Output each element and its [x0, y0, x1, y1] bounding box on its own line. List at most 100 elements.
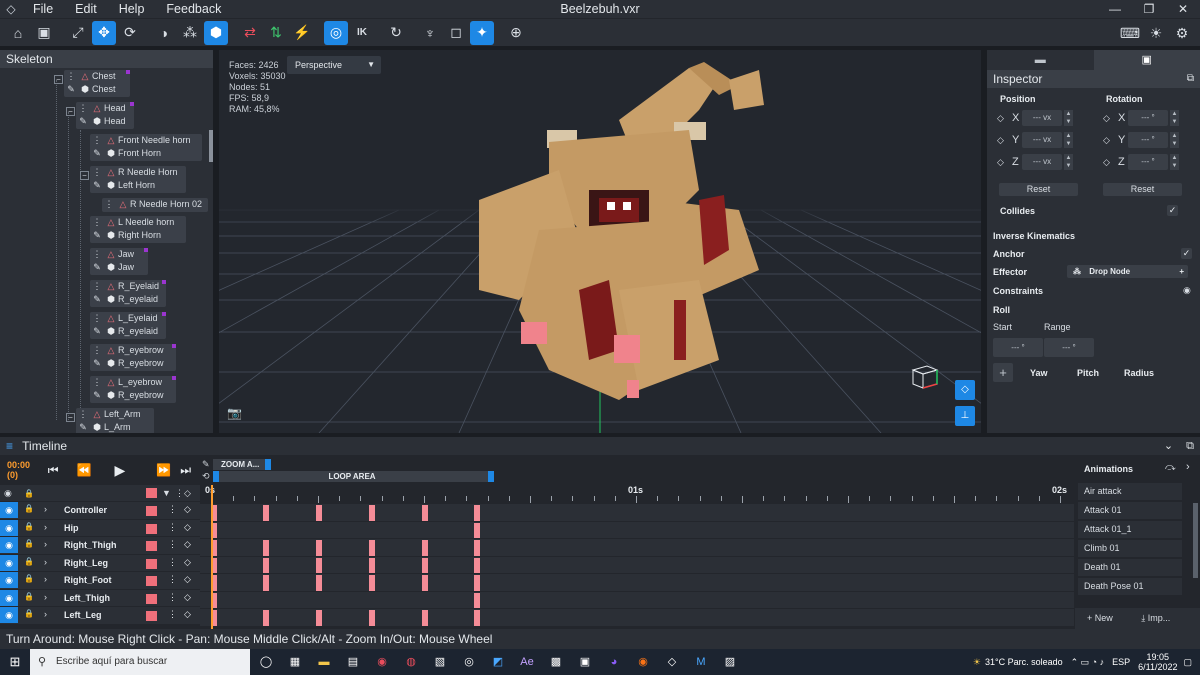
- loop-end-handle[interactable]: [488, 471, 494, 482]
- keyframe-diamond-icon[interactable]: ◇: [1103, 157, 1110, 168]
- rotation-y-field[interactable]: --- °: [1128, 132, 1168, 148]
- move-tool-icon[interactable]: ✥: [92, 20, 116, 45]
- keyframe-marker[interactable]: [316, 505, 322, 521]
- weather-text[interactable]: 31°C Parc. soleado: [985, 657, 1063, 667]
- keyframe-marker[interactable]: [474, 575, 480, 591]
- rotation-x-field[interactable]: --- °: [1128, 110, 1168, 126]
- dots-icon[interactable]: ⋮: [90, 248, 104, 261]
- keyframe-marker[interactable]: [369, 540, 375, 556]
- edit-icon[interactable]: ✎: [76, 115, 90, 128]
- axis-toggle-icon[interactable]: ⊥: [955, 406, 975, 426]
- after-effects-icon[interactable]: Ae: [514, 651, 540, 673]
- bone-node-front-needle-horn[interactable]: ⋮ △ Front Needle horn ✎ ⬢ Front Horn: [90, 134, 202, 161]
- keyframe-marker[interactable]: [474, 505, 480, 521]
- keyframe-lane[interactable]: [200, 573, 1074, 591]
- menu-edit[interactable]: Edit: [64, 2, 108, 16]
- file-explorer-icon[interactable]: ▬: [311, 651, 337, 673]
- keyframe-area[interactable]: ✎ ⟲ ZOOM A... LOOP AREA 0s 01s 02s: [200, 457, 1074, 629]
- reset-position-button[interactable]: Reset: [999, 183, 1078, 196]
- clear-icon[interactable]: ⤼: [1165, 462, 1176, 473]
- keyframe-lane[interactable]: [200, 590, 1074, 609]
- camera-icon[interactable]: 📷: [227, 406, 242, 420]
- dots-icon[interactable]: ⋮: [168, 504, 177, 515]
- keyframe-marker[interactable]: [316, 575, 322, 591]
- dots-icon[interactable]: ⋮: [168, 522, 177, 533]
- track-row-controller[interactable]: ◉ 🔒 › Controller ⋮ ◇: [0, 501, 200, 519]
- diamond-icon[interactable]: ◇: [184, 609, 191, 620]
- position-x-field[interactable]: --- vx: [1022, 110, 1062, 126]
- time-ruler[interactable]: 0s 01s 02s: [200, 485, 1074, 503]
- keyframe-marker[interactable]: [474, 610, 480, 626]
- gizmo-icon[interactable]: ◎: [324, 20, 348, 45]
- diamond-icon[interactable]: ◇: [184, 504, 191, 515]
- bone-node-left-arm[interactable]: ⋮ △ Left_Arm ✎ ⬢ L_Arm: [76, 408, 154, 433]
- loop-area-bar[interactable]: LOOP AREA: [213, 471, 491, 482]
- chevron-down-icon[interactable]: ⌄: [1164, 440, 1173, 452]
- bone-node-r-eyelaid[interactable]: ⋮ △ R_Eyelaid ✎ ⬢ R_eyelaid: [90, 280, 166, 307]
- lock-icon[interactable]: 🔒: [24, 522, 34, 531]
- rotate-tool-icon[interactable]: ⟳: [118, 21, 142, 45]
- pen-icon[interactable]: ✎: [202, 459, 210, 470]
- voxel-app-icon[interactable]: ◇: [659, 651, 685, 673]
- keyframe-diamond-icon[interactable]: ◇: [997, 135, 1004, 146]
- keyframe-marker[interactable]: [422, 557, 428, 574]
- expand-icon[interactable]: ›: [44, 609, 47, 619]
- skip-end-icon[interactable]: ⏭: [180, 463, 191, 478]
- track-row-right-thigh[interactable]: ◉ 🔒 › Right_Thigh ⋮ ◇: [0, 536, 200, 554]
- dots-icon[interactable]: ⋮: [90, 376, 104, 389]
- keyframe-lane[interactable]: [200, 520, 1074, 539]
- bone-node-l-eyelaid[interactable]: ⋮ △ L_Eyelaid ✎ ⬢ R_eyelaid: [90, 312, 166, 339]
- dots-icon[interactable]: ⋮: [168, 574, 177, 585]
- animation-item[interactable]: Death 01: [1078, 559, 1182, 576]
- menu-file[interactable]: File: [22, 2, 64, 16]
- keyframe-marker[interactable]: [422, 610, 428, 626]
- rotation-x-stepper[interactable]: ▲ ▼: [1170, 110, 1179, 126]
- tab-inspector-icon[interactable]: ▣: [1093, 50, 1200, 70]
- dots-icon[interactable]: ⋮: [175, 488, 184, 499]
- dots-icon[interactable]: ⋮: [90, 344, 104, 357]
- expand-icon[interactable]: ›: [44, 557, 47, 567]
- track-row-right-foot[interactable]: ◉ 🔒 › Right_Foot ⋮ ◇: [0, 571, 200, 589]
- keyframe-marker[interactable]: [263, 557, 269, 574]
- diamond-icon[interactable]: ◇: [184, 557, 191, 568]
- animation-item[interactable]: Death Pose 01: [1078, 578, 1182, 595]
- anchor-checkbox[interactable]: ✓: [1181, 248, 1192, 259]
- keyframe-diamond-icon[interactable]: ◇: [997, 157, 1004, 168]
- box-icon[interactable]: ◻: [444, 21, 468, 45]
- keyframe-lane[interactable]: [200, 503, 1074, 521]
- add-constraint-button[interactable]: +: [993, 363, 1013, 382]
- camera-mode-dropdown[interactable]: Perspective ▼: [287, 56, 381, 74]
- dots-icon[interactable]: ⋮: [168, 539, 177, 550]
- animation-item[interactable]: Attack 01_1: [1078, 521, 1182, 538]
- edit-icon[interactable]: ✎: [90, 325, 104, 338]
- store-icon[interactable]: ▤: [340, 651, 366, 673]
- task-view-icon[interactable]: ◯: [253, 651, 279, 673]
- position-z-field[interactable]: --- vx: [1022, 154, 1062, 170]
- keyframe-marker[interactable]: [316, 610, 322, 626]
- animation-item[interactable]: Climb 01: [1078, 540, 1182, 557]
- color-swatch[interactable]: [146, 576, 157, 586]
- minimize-icon[interactable]: —: [1098, 0, 1132, 18]
- position-x-stepper[interactable]: ▲ ▼: [1064, 110, 1073, 126]
- target-icon[interactable]: ⊕: [504, 21, 528, 45]
- loop-icon[interactable]: ⟲: [202, 471, 210, 482]
- color-swatch[interactable]: [146, 593, 157, 604]
- chevron-right-icon[interactable]: ›: [1186, 461, 1190, 473]
- expand-icon[interactable]: ›: [44, 592, 47, 602]
- keyboard-icon[interactable]: ⌨: [1118, 21, 1142, 45]
- roll-start-field[interactable]: --- °: [993, 338, 1043, 357]
- widgets-icon[interactable]: ▦: [282, 651, 308, 673]
- eye-icon[interactable]: ◉: [0, 537, 18, 553]
- color-swatch[interactable]: [146, 611, 157, 621]
- reset-rotation-button[interactable]: Reset: [1103, 183, 1182, 196]
- dots-icon[interactable]: ⋮: [168, 609, 177, 620]
- eye-icon[interactable]: ◉: [0, 589, 18, 606]
- app-icon[interactable]: ◩: [485, 651, 511, 673]
- dots-icon[interactable]: ⋮: [90, 166, 104, 179]
- import-button[interactable]: ⤓ Imp...: [1141, 613, 1170, 623]
- collapse-icon[interactable]: −: [54, 75, 63, 84]
- animations-scrollbar[interactable]: [1193, 503, 1198, 578]
- scale-tool-icon[interactable]: ⤢: [66, 21, 90, 45]
- filter-icon[interactable]: ▼: [162, 488, 171, 498]
- app-icon[interactable]: ◎: [456, 651, 482, 673]
